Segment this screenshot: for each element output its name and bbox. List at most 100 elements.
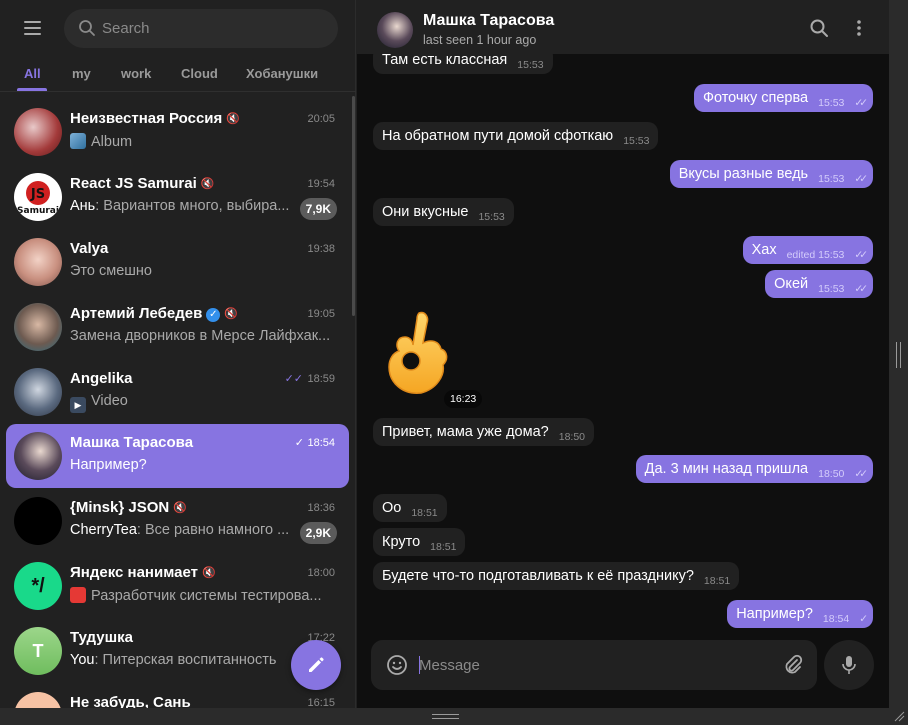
check-icon: ✓ [294,437,304,449]
chat-preview: Разработчик системы тестирова... [70,587,332,604]
tab-cloud[interactable]: Cloud [181,66,218,81]
message-composer [371,640,817,690]
contact-name: Машка Тарасова [423,12,555,29]
message-input[interactable] [419,640,769,690]
chat-item[interactable]: Valya 19:38 Это смешно [6,230,349,294]
unread-badge: 2,9K [299,522,337,544]
message-outgoing[interactable]: Фоточку сперва 15:53 ✓✓ [693,84,873,112]
chat-preview: You: Питерская воспитанность [70,652,277,668]
pencil-icon [309,657,324,672]
double-check-icon: ✓✓ [854,97,867,109]
message-outgoing[interactable]: Вкусы разные ведь 15:53 ✓✓ [669,160,873,188]
message-list: Там есть классная 15:53 Фоточку сперва 15:… [357,54,889,628]
chat-title: Angelika [70,370,133,387]
avatar [14,238,62,286]
chat-title: Не забудь, Сань [70,694,191,708]
chat-preview: Замена дворников в Мерсе Лайфхак... [70,328,331,344]
chat-title: React JS Samurai 🔇 [70,175,215,192]
chat-title: Машка Тарасова [70,434,194,451]
message-incoming[interactable]: Будете что-то подготавливать к её праздн… [373,562,740,590]
chat-preview: Ань: Вариантов много, выбира... [70,198,290,214]
corner-resize-icon[interactable] [893,710,905,722]
double-check-icon: ✓✓ [854,283,867,295]
active-tab-indicator [17,88,47,91]
muted-icon: 🔇 [226,113,240,125]
folder-tabs: All my work Cloud Хобанушки [0,56,356,92]
search-icon [79,20,95,36]
message-outgoing[interactable]: Окей 15:53 ✓✓ [765,270,873,298]
chat-time: 20:05 [307,113,335,125]
chat-header[interactable]: Машка Тарасова last seen 1 hour ago [357,0,889,54]
chat-time: 16:15 [307,697,335,708]
chat-time: 18:00 [307,567,335,579]
search-input[interactable] [102,9,322,48]
chat-title: Valya [70,240,109,257]
chat-time: 19:54 [307,178,335,190]
chat-list-scrollbar[interactable] [352,96,355,316]
voice-message-button[interactable] [824,640,874,690]
double-check-icon: ✓✓ [854,468,867,480]
chat-preview: Album [70,133,332,150]
avatar [14,368,62,416]
paperclip-icon[interactable] [781,653,805,677]
avatar [14,432,62,480]
red-thumbnail-icon [70,587,86,603]
message-incoming[interactable]: На обратном пути домой сфоткаю 15:53 [373,122,659,150]
tab-all[interactable]: All [24,66,41,81]
chat-item[interactable]: Артемий Лебедев ✓ 🔇 19:05 Замена дворников… [6,295,349,359]
tab-hobanushki[interactable]: Хобанушки [246,66,318,81]
chat-title: Тудушка [70,629,133,646]
chat-preview: Например? [70,457,147,473]
ok-hand-sticker[interactable] [381,309,461,399]
tab-work[interactable]: work [121,66,151,81]
chat-item[interactable]: */ Яндекс нанимает 🔇 18:00 Разработчик си… [6,554,349,618]
double-check-icon: ✓✓ [854,173,867,185]
sidebar: All my work Cloud Хобанушки Неизвестная … [0,0,356,708]
chat-time: 18:36 [307,502,335,514]
chat-item[interactable]: {Minsk} JSON 🔇 18:36 CherryTea: Все равно… [6,489,349,553]
message-incoming[interactable]: Привет, мама уже дома? 18:50 [373,418,595,446]
react-samurai-logo-icon: JS Samurai [17,181,59,216]
bottom-resize-handle-icon[interactable] [432,714,459,719]
chat-item[interactable]: Angelika ✓✓ 18:59 ▶ Video [6,360,349,424]
unread-badge: 7,9K [299,198,337,220]
hamburger-menu-icon[interactable] [14,12,50,44]
message-outgoing[interactable]: Да. 3 мин назад пришла 18:50 ✓✓ [635,455,873,483]
chat-preview: Это смешно [70,263,152,279]
new-message-button[interactable] [291,640,341,690]
video-thumbnail-icon: ▶ [70,397,86,413]
emoji-icon[interactable] [385,653,409,677]
right-resize-handle-icon[interactable] [896,342,901,368]
message-incoming[interactable]: Они вкусные 15:53 [373,198,514,226]
search-chat-button[interactable] [805,14,833,42]
message-outgoing[interactable]: Например? 18:54 ✓ [727,600,873,628]
message-outgoing[interactable]: Хах edited 15:53 ✓✓ [742,236,873,264]
chat-title: Яндекс нанимает 🔇 [70,564,216,581]
message-incoming[interactable]: Оо 18:51 [373,494,447,522]
muted-icon: 🔇 [201,567,216,579]
chat-time: 19:38 [307,243,335,255]
verified-icon: ✓ [206,308,221,322]
avatar: JS Samurai [14,173,62,221]
chat-preview: CherryTea: Все равно намного ... [70,522,290,538]
muted-icon: 🔇 [224,308,239,320]
double-check-icon: ✓✓ [854,249,867,261]
chat-item[interactable]: Неизвестная Россия 🔇 20:05 Album [6,100,349,164]
search-box[interactable] [64,9,338,48]
avatar[interactable] [377,12,413,48]
chat-item[interactable]: Не забудь, Сань 16:15 [6,684,349,708]
tab-my[interactable]: my [72,66,91,81]
sidebar-topbar [0,0,356,56]
svg-text:Samurai: Samurai [17,206,59,216]
search-icon [810,19,828,37]
avatar [14,497,62,545]
chat-title: Артемий Лебедев ✓ 🔇 [70,305,239,322]
avatar [14,692,62,708]
more-options-button[interactable] [845,14,873,42]
chat-item-selected[interactable]: Машка Тарасова ✓ 18:54 Например? [6,424,349,488]
chat-title: Неизвестная Россия 🔇 [70,110,240,127]
chat-item[interactable]: JS Samurai React JS Samurai 🔇 19:54 Ань: В… [6,165,349,229]
chat-time: 18:54 [307,437,335,449]
message-incoming[interactable]: Круто 18:51 [373,528,466,556]
message-incoming[interactable]: Там есть классная 15:53 [373,54,553,74]
